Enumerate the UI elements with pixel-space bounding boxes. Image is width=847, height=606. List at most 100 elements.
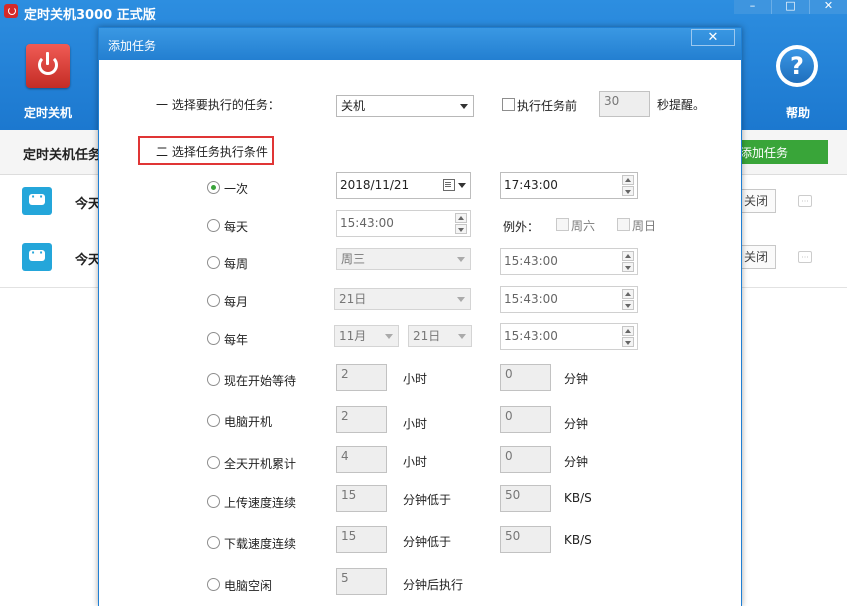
radio-boot[interactable] [207,414,220,427]
yearly-time-spinner[interactable]: 15:43:00 [500,323,638,350]
spin-up-icon[interactable] [455,213,467,223]
add-task-button[interactable]: 添加任务 [730,140,828,164]
daily-total-minutes-unit: 分钟 [564,455,589,469]
remind-seconds-field[interactable]: 30 [599,91,650,117]
task-more-button[interactable]: ··· [798,195,812,207]
spin-down-icon[interactable] [622,337,634,347]
spin-up-icon[interactable] [622,289,634,299]
download-minutes-unit: 分钟低于 [403,535,452,549]
radio-daily-total[interactable] [207,456,220,469]
radio-download[interactable] [207,536,220,549]
calendar-icon[interactable] [443,179,455,191]
except-label: 例外： [503,220,540,234]
remind-suffix: 秒提醒。 [657,98,706,112]
toolbar-help-label[interactable]: 帮助 [786,104,810,121]
app-logo-icon [4,4,18,18]
radio-idle[interactable] [207,578,220,591]
chevron-down-icon [457,257,465,262]
spin-down-icon[interactable] [622,300,634,310]
task-more-button[interactable]: ··· [798,251,812,263]
radio-daily[interactable] [207,219,220,232]
wait-label: 现在开始等待 [224,374,297,388]
yearly-label: 每年 [224,333,249,347]
spin-down-icon[interactable] [455,224,467,234]
window-close-button[interactable]: ✕ [810,0,847,14]
saturday-label: 周六 [571,219,596,233]
daily-time-spinner[interactable]: 15:43:00 [336,210,471,237]
section2-label: 二 选择任务执行条件 [156,145,268,159]
boot-label: 电脑开机 [224,415,273,429]
spin-up-icon[interactable] [622,251,634,261]
task-type-value: 关机 [341,99,366,113]
spin-up-icon[interactable] [622,326,634,336]
chat-bubble-icon [22,187,52,215]
minimize-button[interactable]: – [734,0,772,14]
monthly-label: 每月 [224,295,249,309]
task-type-select[interactable]: 关机 [336,95,474,117]
upload-speed-field[interactable]: 50 [500,485,551,512]
once-time-spinner[interactable]: 17:43:00 [500,172,638,199]
year-day-select[interactable]: 21日 [408,325,472,347]
radio-once[interactable] [207,181,220,194]
radio-monthly[interactable] [207,294,220,307]
chevron-down-icon[interactable] [458,183,466,188]
task-list-title: 定时关机任务 [23,148,102,163]
remind-checkbox[interactable] [502,98,515,111]
radio-wait[interactable] [207,373,220,386]
daily-total-hours-field[interactable]: 4 [336,446,387,473]
chevron-down-icon [458,334,466,339]
spin-down-icon[interactable] [622,186,634,196]
once-date-value: 2018/11/21 [340,178,410,192]
year-day-value: 21日 [413,329,441,343]
dialog-close-button[interactable]: ✕ [691,29,735,46]
app-title: 定时关机3000 正式版 [24,8,156,23]
weekday-select[interactable]: 周三 [336,248,471,270]
weekly-time-spinner[interactable]: 15:43:00 [500,248,638,275]
upload-speed-unit: KB/S [564,491,592,505]
radio-upload[interactable] [207,495,220,508]
radio-yearly[interactable] [207,332,220,345]
sunday-checkbox[interactable] [617,218,630,231]
idle-minutes-unit: 分钟后执行 [403,578,464,592]
wait-minutes-unit: 分钟 [564,372,589,386]
spinner-buttons [622,326,635,347]
month-day-select[interactable]: 21日 [334,288,471,310]
spinner-buttons [622,251,635,272]
spin-down-icon[interactable] [622,262,634,272]
dialog-body: 一 选择要执行的任务： 关机 执行任务前 30 秒提醒。 二 选择任务执行条件 … [99,60,741,606]
year-month-value: 11月 [339,329,367,343]
daily-total-minutes-field[interactable]: 0 [500,446,551,473]
upload-minutes-unit: 分钟低于 [403,493,452,507]
spinner-buttons [455,213,468,234]
wait-minutes-field[interactable]: 0 [500,364,551,391]
help-question-glyph[interactable]: ? [776,45,818,87]
boot-minutes-field[interactable]: 0 [500,406,551,433]
download-minutes-field[interactable]: 15 [336,526,387,553]
download-speed-field[interactable]: 50 [500,526,551,553]
wait-hours-field[interactable]: 2 [336,364,387,391]
upload-minutes-field[interactable]: 15 [336,485,387,512]
weekly-label: 每周 [224,257,249,271]
spin-up-icon[interactable] [622,175,634,185]
toolbar-shutdown-label[interactable]: 定时关机 [24,104,72,121]
year-month-select[interactable]: 11月 [334,325,399,347]
task-close-button[interactable]: 关闭 [736,245,776,269]
task-close-button[interactable]: 关闭 [736,189,776,213]
upload-label: 上传速度连续 [224,496,297,510]
saturday-checkbox[interactable] [556,218,569,231]
once-time-value: 17:43:00 [504,178,558,192]
monthly-time-value: 15:43:00 [504,292,558,306]
once-date-picker[interactable]: 2018/11/21 [336,172,471,199]
radio-weekly[interactable] [207,256,220,269]
maximize-button[interactable]: □ [772,0,810,14]
boot-hours-field[interactable]: 2 [336,406,387,433]
daily-time-value: 15:43:00 [340,216,394,230]
window-controls: – □ ✕ [734,0,847,14]
power-icon[interactable] [26,44,70,88]
wait-hours-unit: 小时 [403,372,428,386]
monthly-time-spinner[interactable]: 15:43:00 [500,286,638,313]
download-label: 下载速度连续 [224,537,297,551]
weekly-time-value: 15:43:00 [504,254,558,268]
idle-minutes-field[interactable]: 5 [336,568,387,595]
daily-total-label: 全天开机累计 [224,457,297,471]
